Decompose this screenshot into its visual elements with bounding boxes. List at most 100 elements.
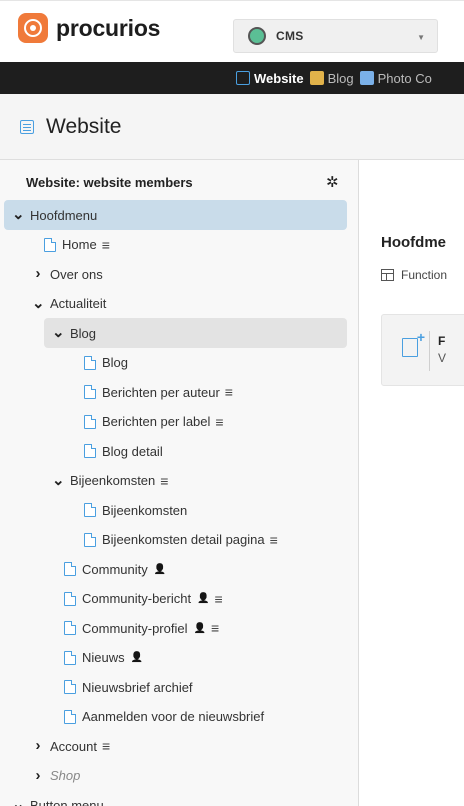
chevron-down-icon[interactable]: ⌄ — [52, 473, 65, 488]
website-icon — [236, 71, 250, 85]
tree-page-item[interactable]: Berichten per auteur ≡ — [84, 377, 233, 407]
cms-select-value: CMS — [276, 29, 304, 43]
tree-page-item[interactable]: Berichten per label ≡ — [84, 407, 224, 437]
tree-page-item[interactable]: Nieuws 👤 — [64, 643, 143, 673]
menu-lines-icon: ≡ — [101, 738, 111, 754]
page-icon — [84, 503, 96, 517]
photo-icon — [359, 71, 374, 85]
add-page-icon — [402, 329, 425, 357]
menu-lines-icon: ≡ — [215, 413, 224, 430]
menu-lines-icon: ≡ — [214, 590, 223, 607]
page-icon — [64, 650, 76, 665]
nav-tab-photo[interactable]: Photo Co — [359, 71, 432, 86]
tree-page-item[interactable]: Bijeenkomsten detail pagina ≡ — [84, 525, 278, 555]
chevron-right-icon[interactable]: › — [32, 738, 44, 753]
tree-item-label: Hoofdmenu — [30, 207, 98, 223]
nav-tab-website-label: Website — [254, 70, 304, 86]
tree-page-item[interactable]: Blog detail — [84, 436, 163, 466]
tree-item-label: Berichten per label — [102, 414, 211, 429]
procurios-logo[interactable]: procurios — [18, 13, 160, 43]
tree-item-label: Button menu — [30, 797, 104, 806]
tree-menu-item[interactable]: › Over ons — [32, 259, 103, 289]
tree-menu-item[interactable]: ⌄ Hoofdmenu — [4, 200, 347, 230]
tree-item-label: Community-bericht — [82, 591, 192, 606]
sidebar-title: Website: website members — [26, 175, 193, 190]
add-page-card[interactable]: F V — [381, 314, 464, 386]
tree-page-item[interactable]: Community 👤 — [64, 554, 166, 584]
gear-icon[interactable]: ✲ — [326, 173, 339, 191]
main-content: Hoofdme Function F V — [360, 160, 464, 806]
chevron-right-icon[interactable]: › — [32, 768, 44, 783]
procurios-logo-icon — [18, 13, 48, 43]
menu-lines-icon: ≡ — [224, 384, 233, 400]
page-icon — [84, 385, 96, 399]
chevron-down-icon[interactable]: ⌄ — [32, 296, 45, 311]
tree-item-label: Shop — [50, 768, 81, 783]
tree-item-label: Bijeenkomsten detail pagina — [102, 532, 265, 547]
user-icon: 👤 — [153, 563, 167, 575]
website-icon — [20, 119, 34, 134]
logo-text: procurios — [56, 14, 161, 41]
nav-tab-blog[interactable]: Blog — [309, 70, 354, 86]
tree-page-item[interactable]: Community-profiel 👤 ≡ — [64, 613, 219, 643]
page-icon — [84, 414, 96, 429]
table-icon — [381, 269, 394, 281]
chevron-down-icon[interactable]: ⌄ — [52, 325, 65, 340]
tree-item-label: Aanmelden voor de nieuwsbrief — [82, 709, 265, 724]
user-icon: 👤 — [197, 593, 210, 604]
page-icon — [64, 562, 76, 576]
tree-page-item[interactable]: Community-bericht 👤 ≡ — [64, 584, 223, 614]
tree-page-item[interactable]: Blog — [84, 348, 128, 378]
card-title: F — [438, 334, 446, 348]
tree-item-label: Blog detail — [102, 443, 163, 459]
tree-item-label: Nieuwsbrief archief — [82, 679, 193, 695]
user-icon: 👤 — [130, 652, 144, 663]
page-icon — [44, 237, 56, 252]
function-label: Function — [401, 268, 448, 282]
nav-tab-website[interactable]: Website — [236, 71, 304, 86]
tree-item-label: Home — [62, 237, 97, 252]
menu-lines-icon: ≡ — [160, 472, 169, 489]
tree-item-label: Over ons — [50, 266, 103, 282]
tree-menu-item[interactable]: › Shop — [32, 761, 81, 791]
menu-heading: Hoofdme — [381, 234, 446, 251]
function-row: Function — [381, 268, 447, 282]
cms-select[interactable]: CMS ▼ — [233, 19, 438, 53]
chevron-right-icon[interactable]: › — [32, 266, 44, 281]
top-bar: procurios CMS ▼ — [0, 0, 464, 62]
menu-lines-icon: ≡ — [269, 531, 278, 548]
tree-menu-item[interactable]: › Account ≡ — [32, 731, 111, 761]
tree-item-label: Account — [50, 738, 97, 754]
chevron-down-icon[interactable]: ⌄ — [12, 797, 25, 806]
menu-tree-sidebar: Website: website members ✲ ⌄ Hoofdmenu Hom… — [0, 160, 359, 806]
tree-item-label: Blog — [70, 325, 97, 341]
tree-item-label: Community — [82, 561, 148, 577]
page-icon — [64, 621, 76, 635]
tree-item-label: Bijeenkomsten — [70, 473, 156, 488]
page-icon — [64, 709, 76, 724]
tree-page-item[interactable]: Aanmelden voor de nieuwsbrief — [64, 702, 264, 732]
page-icon — [84, 355, 96, 370]
tree-item-label: Blog — [102, 355, 129, 370]
page-title: Website — [46, 114, 122, 138]
caret-down-icon: ▼ — [417, 33, 425, 42]
chevron-down-icon[interactable]: ⌄ — [12, 207, 25, 222]
nav-tab-blog-label: Blog — [327, 70, 354, 86]
tree-page-item[interactable]: Nieuwsbrief archief — [64, 672, 193, 702]
tree-item-label: Community-profiel — [82, 620, 188, 636]
page-header: Website — [0, 94, 464, 160]
tree-menu-item[interactable]: ⌄ Bijeenkomsten ≡ — [52, 466, 168, 496]
tree-menu-item[interactable]: ⌄ Button menu — [12, 790, 104, 806]
tree-item-label: Bijeenkomsten — [102, 502, 188, 518]
tree-menu-item[interactable]: ⌄ Actualiteit — [32, 289, 106, 319]
page-icon — [84, 532, 96, 547]
menu-lines-icon: ≡ — [210, 620, 220, 636]
page-icon — [64, 591, 76, 606]
menu-lines-icon: ≡ — [101, 236, 110, 253]
blog-icon — [309, 71, 324, 85]
tree-page-item[interactable]: Home ≡ — [44, 230, 110, 260]
tree-page-item[interactable]: Bijeenkomsten — [84, 495, 187, 525]
page-icon — [84, 444, 96, 458]
globe-icon — [248, 27, 266, 45]
tree-menu-item[interactable]: ⌄ Blog — [44, 318, 347, 348]
